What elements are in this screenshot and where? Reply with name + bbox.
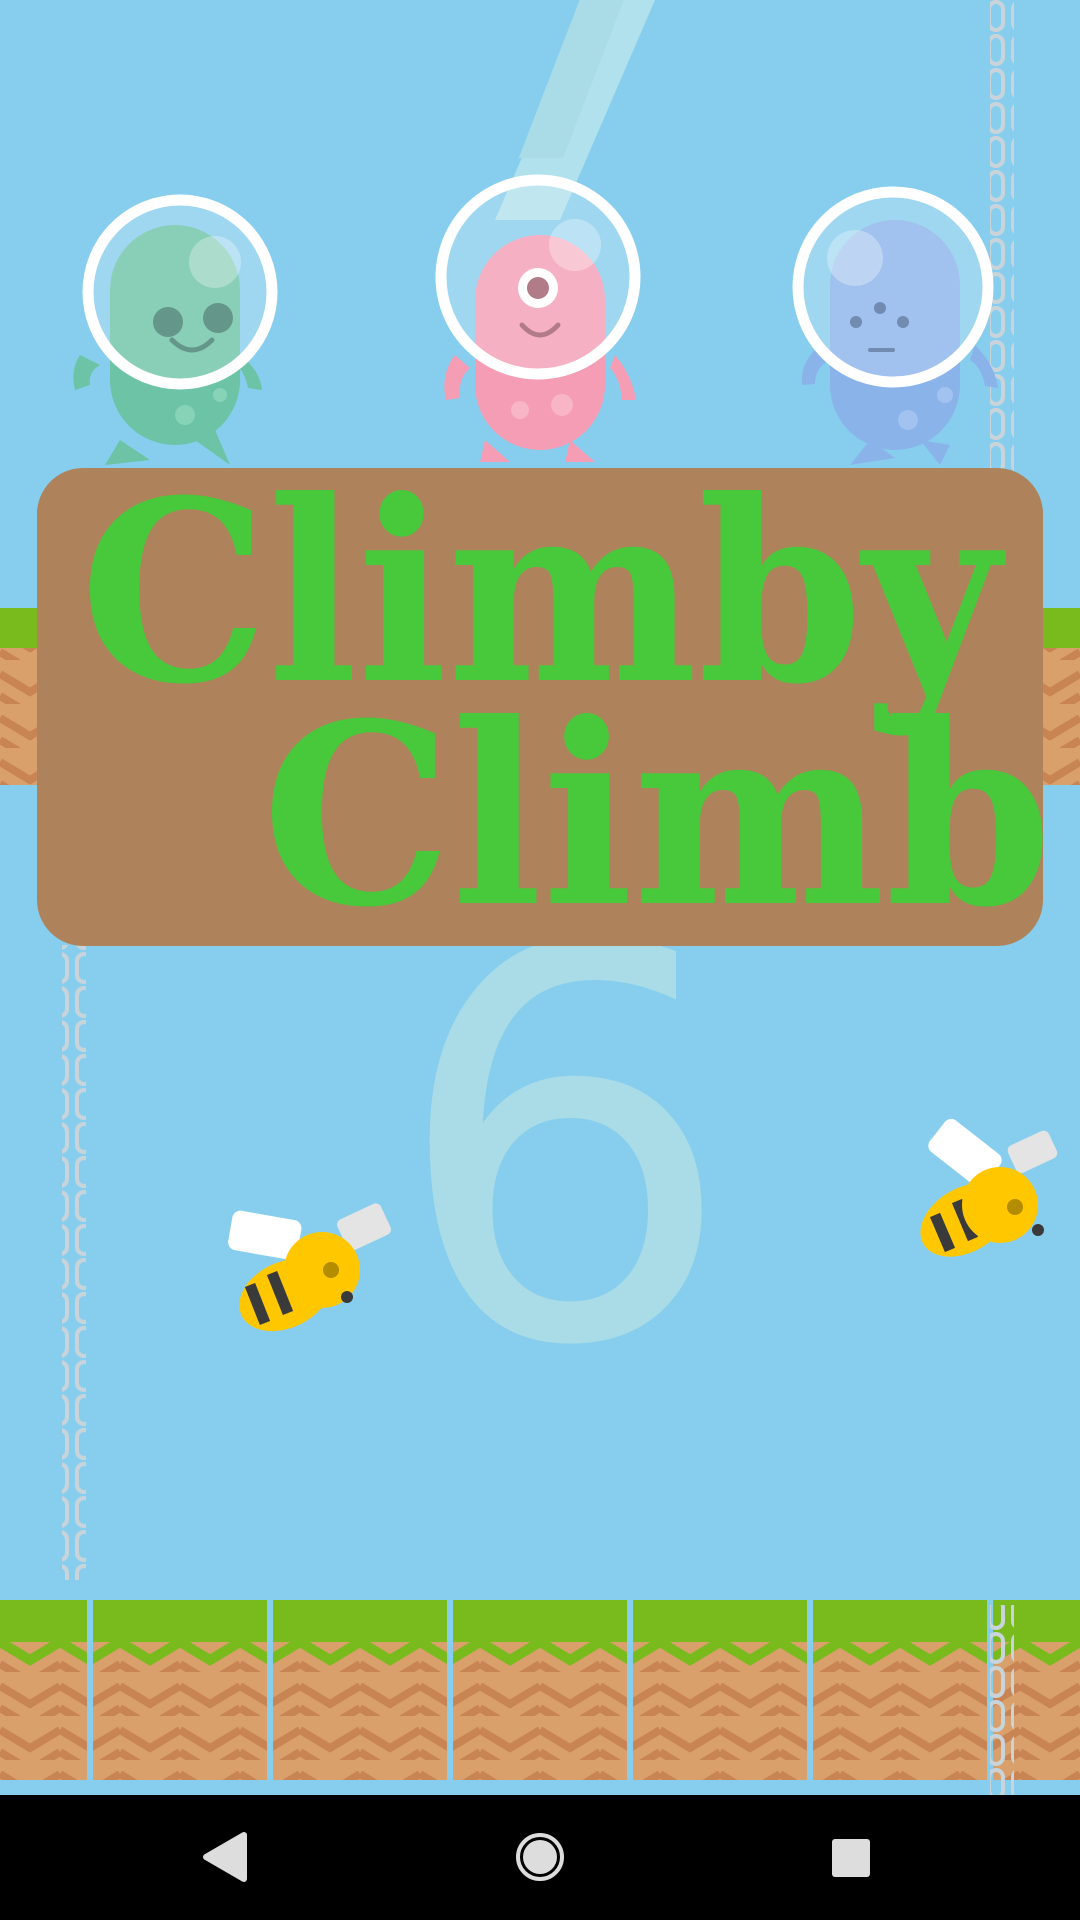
bee-right[interactable] (907, 1116, 1059, 1272)
right-ledge (1040, 608, 1080, 785)
chain-right-bottom (990, 1605, 1014, 1795)
green-alien[interactable] (73, 194, 278, 465)
title-line-2: Climb (262, 668, 1043, 946)
chain-right-top (990, 0, 1014, 475)
game-title: Climby Climb (80, 468, 1043, 946)
score-previous: 7 (440, 0, 714, 260)
blue-alien[interactable] (792, 186, 998, 465)
game-screen[interactable]: 7 6 Climby Climb (0, 0, 1080, 1920)
ground (0, 1600, 1080, 1780)
chain-left (62, 945, 86, 1580)
back-triangle-icon[interactable] (176, 1815, 276, 1899)
system-nav-bar (0, 1795, 1080, 1920)
score-counter: 6 (392, 836, 736, 1464)
left-ledge (0, 608, 40, 785)
bee-left[interactable] (227, 1201, 393, 1345)
home-circle-icon[interactable] (490, 1815, 590, 1899)
recents-square-icon[interactable] (800, 1815, 900, 1899)
